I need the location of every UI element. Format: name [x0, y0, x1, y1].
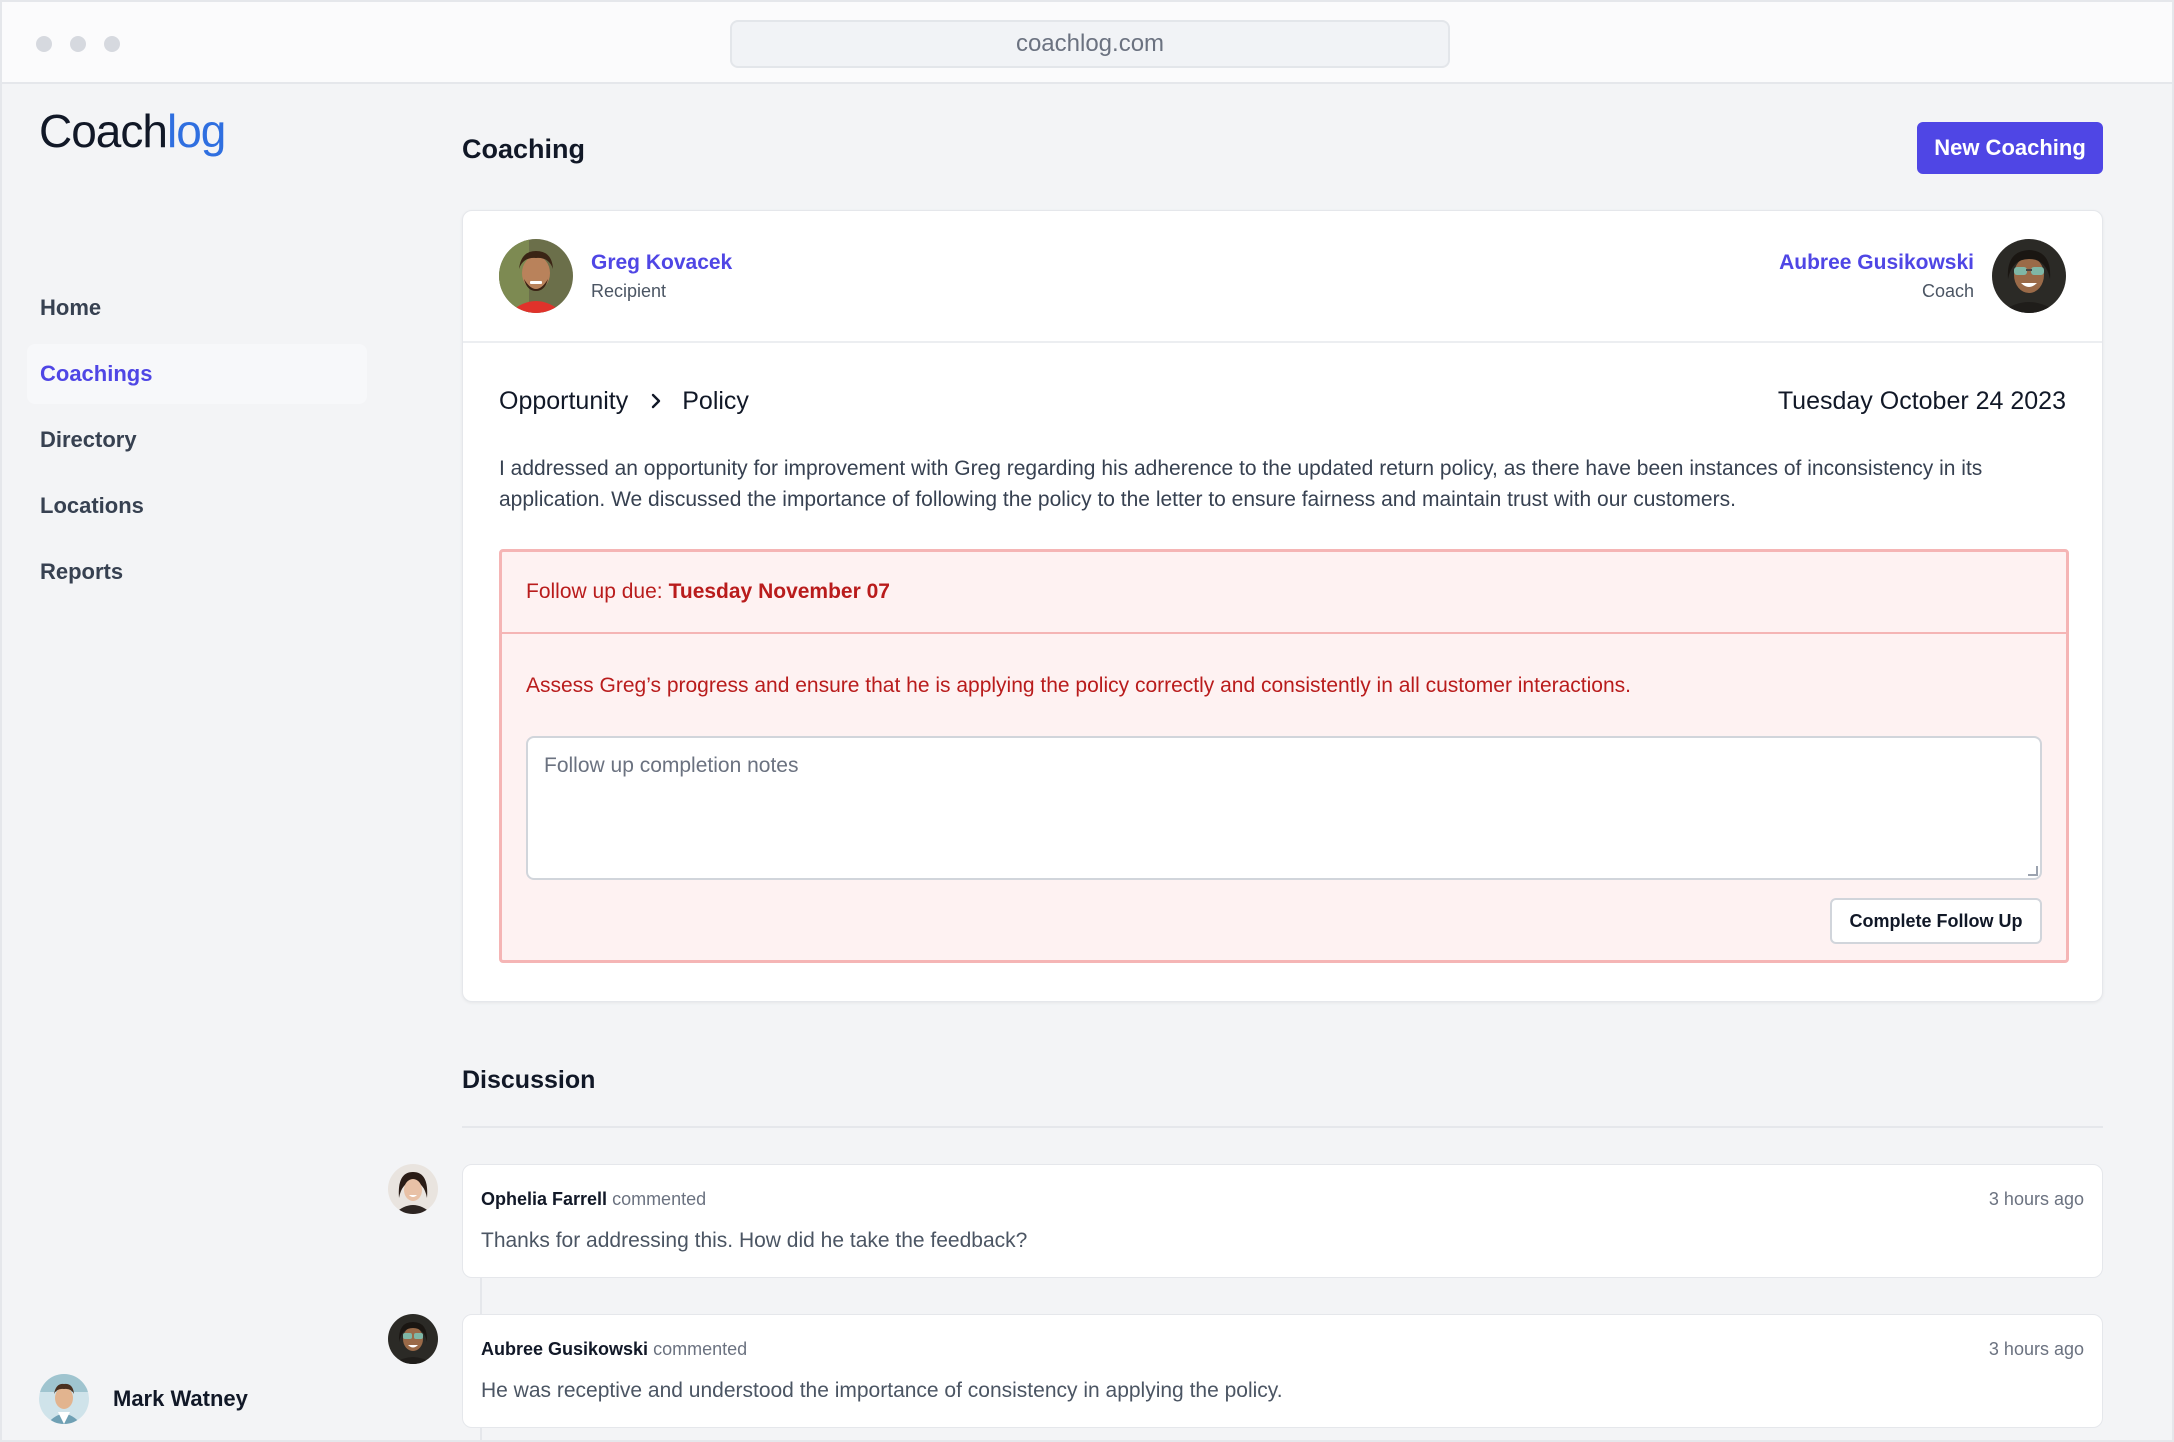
comment-card: Ophelia Farrell commented 3 hours ago Th… — [462, 1164, 2103, 1278]
comment-text: Thanks for addressing this. How did he t… — [481, 1229, 1028, 1252]
followup-notes-input[interactable] — [526, 736, 2042, 880]
sidebar-item-directory[interactable]: Directory — [27, 410, 367, 470]
sidebar-item-label: Coachings — [40, 361, 153, 386]
coaching-subcategory: Policy — [682, 386, 749, 415]
comment-timestamp: 3 hours ago — [1988, 1339, 2084, 1359]
commenter-avatar[interactable] — [388, 1314, 438, 1364]
brand-logo[interactable]: Coachlog — [39, 104, 226, 158]
divider — [462, 1126, 2103, 1128]
recipient-avatar — [499, 239, 573, 313]
sidebar-item-home[interactable]: Home — [27, 278, 367, 338]
sidebar-item-reports[interactable]: Reports — [27, 542, 367, 602]
address-bar[interactable]: coachlog.com — [730, 20, 1450, 68]
window-controls — [36, 36, 120, 52]
sidebar-item-coachings[interactable]: Coachings — [27, 344, 367, 404]
browser-window: coachlog.com Coachlog Home Coachings Dir… — [0, 0, 2174, 1442]
recipient-role: Recipient — [591, 280, 667, 301]
recipient[interactable]: Greg Kovacek Recipient — [499, 239, 732, 313]
sidebar-nav: Home Coachings Directory Locations Repor… — [27, 278, 367, 608]
sidebar-item-locations[interactable]: Locations — [27, 476, 367, 536]
discussion-title: Discussion — [462, 1066, 596, 1094]
page-title: Coaching — [462, 134, 586, 164]
user-avatar — [39, 1374, 89, 1424]
coaching-category: Opportunity — [499, 386, 629, 415]
address-bar-url: coachlog.com — [1015, 30, 1165, 57]
browser-chrome: coachlog.com — [2, 2, 2172, 84]
coaching-card: Greg Kovacek Recipient Aubree Gusikowski — [462, 210, 2103, 1002]
new-coaching-button[interactable]: New Coaching — [1917, 122, 2103, 174]
comment-text: He was receptive and understood the impo… — [481, 1379, 1283, 1402]
complete-followup-button[interactable]: Complete Follow Up — [1830, 898, 2042, 944]
comment-action: commented — [653, 1339, 748, 1359]
coach-name[interactable]: Aubree Gusikowski — [1779, 251, 1974, 275]
sidebar-item-label: Reports — [40, 559, 124, 584]
sidebar-item-label: Home — [40, 295, 102, 320]
coaching-participants: Greg Kovacek Recipient Aubree Gusikowski — [463, 211, 2102, 343]
followup-due-date: Tuesday November 07 — [668, 580, 890, 603]
coach-role: Coach — [1921, 280, 1974, 301]
followup-task: Assess Greg’s progress and ensure that h… — [526, 674, 1631, 697]
comment-author[interactable]: Ophelia Farrell — [481, 1189, 607, 1209]
comment-card: Aubree Gusikowski commented 3 hours ago … — [462, 1314, 2103, 1428]
comment-meta: Ophelia Farrell commented — [481, 1189, 706, 1210]
current-user[interactable]: Mark Watney — [39, 1374, 248, 1424]
recipient-name[interactable]: Greg Kovacek — [591, 251, 732, 275]
sidebar-item-label: Locations — [40, 493, 144, 518]
coaching-date: Tuesday October 24 2023 — [1777, 386, 2066, 415]
brand-name-part2: log — [166, 105, 226, 157]
sidebar-item-label: Directory — [40, 427, 137, 452]
followup-due: Follow up due: Tuesday November 07 — [502, 552, 2066, 634]
commenter-avatar[interactable] — [388, 1164, 438, 1214]
close-dot-icon[interactable] — [36, 36, 52, 52]
followup-due-label: Follow up due: — [526, 580, 663, 603]
comment-action: commented — [612, 1189, 707, 1209]
user-name: Mark Watney — [113, 1386, 248, 1411]
coaching-breadcrumb: Opportunity Policy Tuesday October 24 20… — [499, 383, 2066, 419]
maximize-dot-icon[interactable] — [104, 36, 120, 52]
comment-author[interactable]: Aubree Gusikowski — [481, 1339, 648, 1359]
brand-name-part1: Coach — [39, 105, 168, 157]
chevron-right-icon — [652, 393, 661, 409]
comment-meta: Aubree Gusikowski commented — [481, 1339, 747, 1360]
resize-handle-icon[interactable] — [2028, 866, 2038, 876]
comment-timestamp: 3 hours ago — [1988, 1189, 2084, 1209]
followup-panel: Follow up due: Tuesday November 07 Asses… — [499, 549, 2069, 963]
coach-avatar — [1992, 239, 2066, 313]
sidebar: Coachlog Home Coachings Directory Locati… — [2, 84, 372, 1440]
coach[interactable]: Aubree Gusikowski Coach — [1779, 239, 2066, 313]
coaching-description: I addressed an opportunity for improveme… — [499, 457, 1983, 511]
minimize-dot-icon[interactable] — [70, 36, 86, 52]
